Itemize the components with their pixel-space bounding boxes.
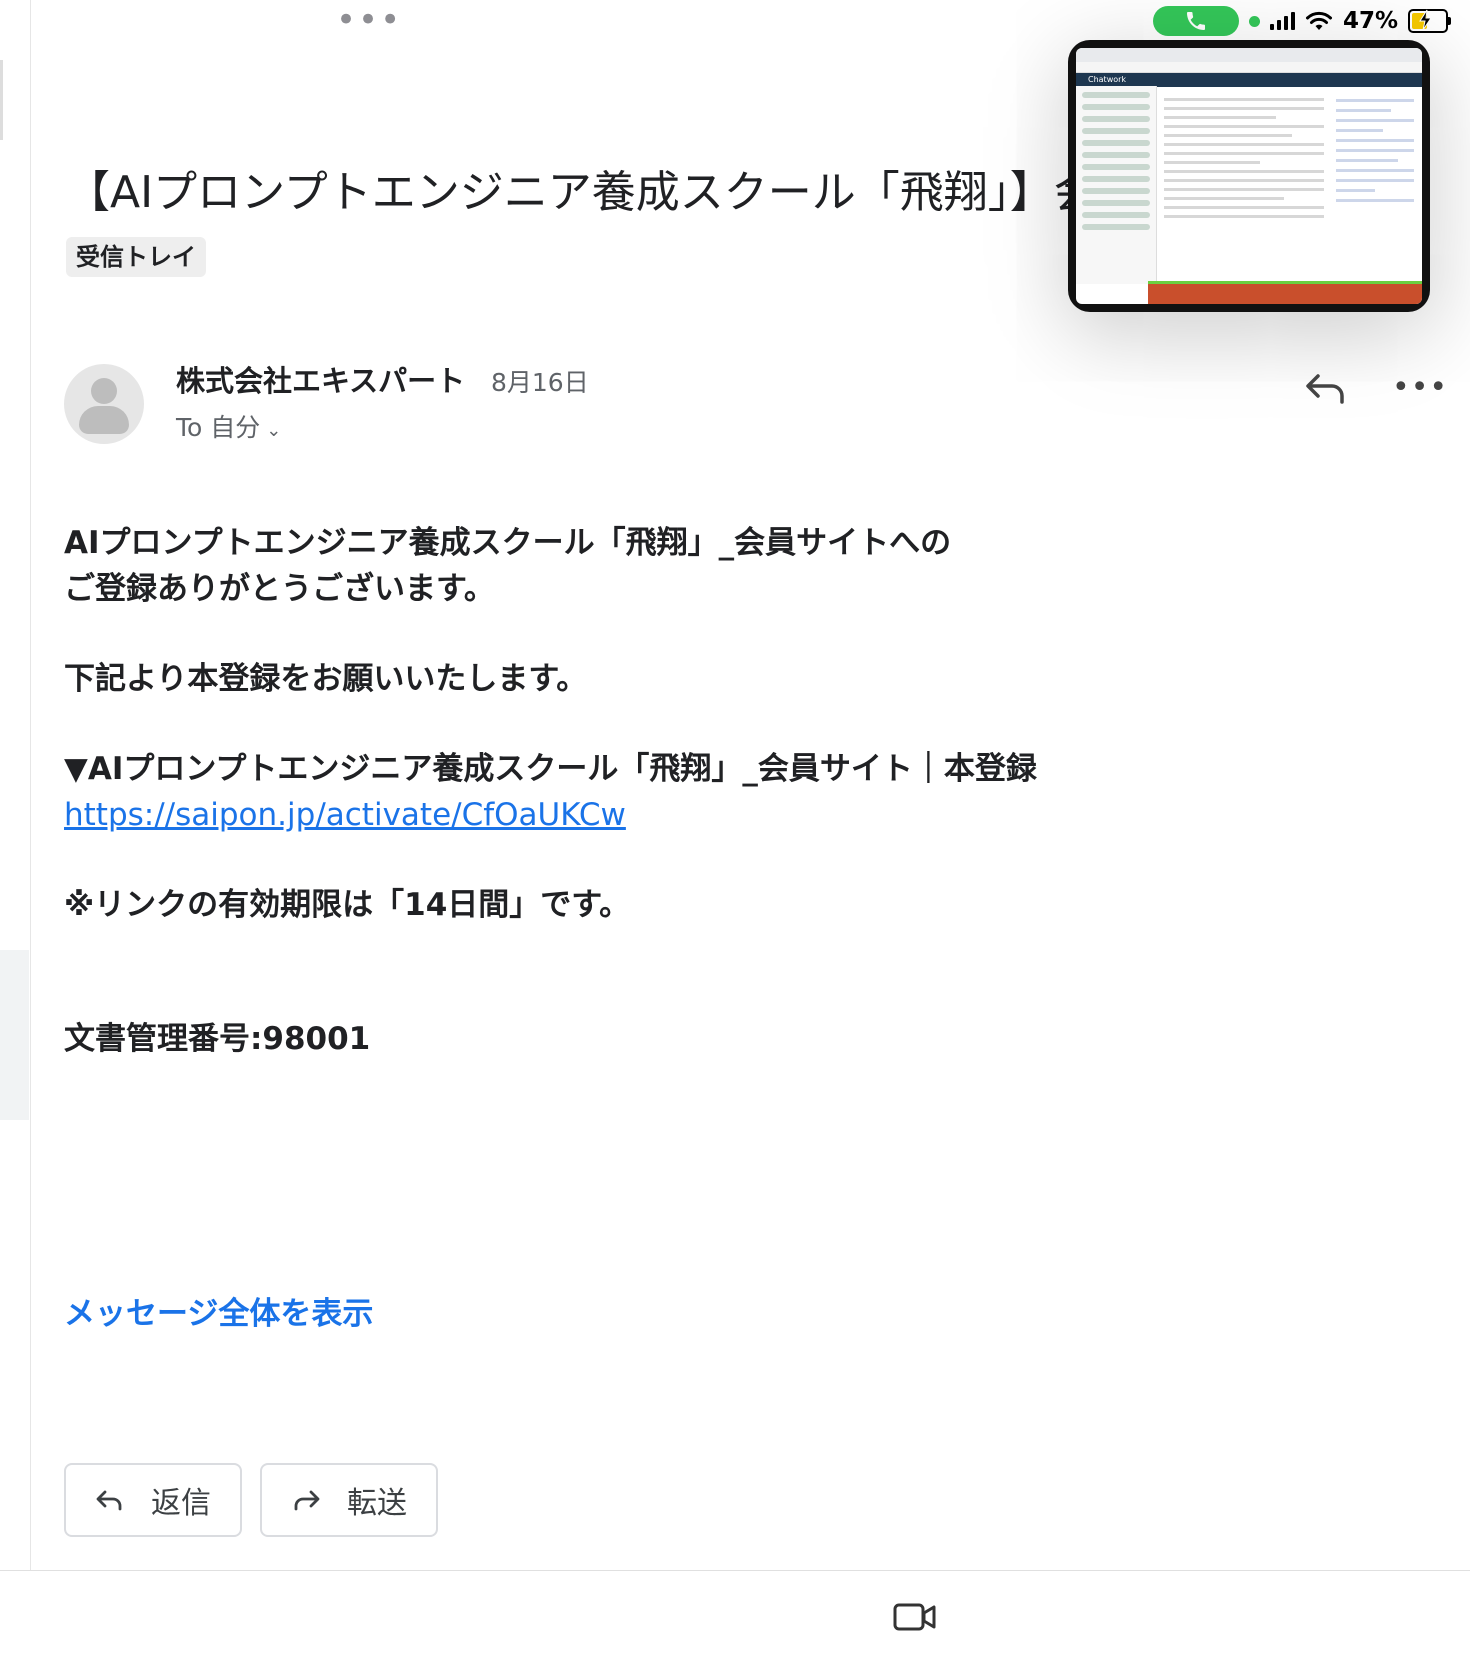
status-bar: 47% — [1152, 6, 1451, 36]
forward-button[interactable]: 転送 — [260, 1463, 438, 1537]
show-full-message-link[interactable]: メッセージ全体を表示 — [64, 1288, 373, 1333]
mic-in-use-indicator — [1248, 15, 1260, 27]
forward-arrow-icon — [294, 1490, 320, 1511]
pip-app-header: Chatwork — [1076, 73, 1422, 87]
charging-bolt-icon — [1419, 9, 1432, 31]
rail-indicator — [0, 60, 3, 140]
pip-browser-tabs — [1076, 48, 1422, 62]
chevron-down-icon: ⌄ — [266, 420, 282, 441]
pip-taskbar — [1148, 281, 1422, 304]
left-rail — [0, 0, 31, 1570]
recipient-text: To 自分 — [176, 413, 261, 442]
sender-name[interactable]: 株式会社エキスパート — [176, 358, 465, 400]
battery-charging-icon — [1408, 9, 1451, 33]
reply-arrow-icon — [96, 1490, 122, 1511]
more-horizontal-icon[interactable]: ••• — [1392, 373, 1448, 403]
rail-tab[interactable] — [0, 950, 29, 1120]
pip-sidebar — [1076, 86, 1157, 284]
recipient-toggle[interactable]: To 自分 ⌄ — [176, 408, 281, 444]
inbox-label-chip[interactable]: 受信トレイ — [66, 237, 206, 277]
sender-avatar[interactable] — [64, 364, 144, 444]
battery-percent: 47% — [1342, 8, 1398, 34]
forward-label: 転送 — [347, 1486, 407, 1521]
reply-button[interactable]: 返信 — [64, 1463, 242, 1537]
activation-link[interactable]: https://saipon.jp/activate/CfOaUKCw — [64, 797, 626, 833]
pip-message-area — [1164, 92, 1324, 224]
reply-label: 返信 — [151, 1486, 211, 1521]
email-body: AIプロンプトエンジニア養成スクール「飛翔」_会員サイトへの ご登録ありがとうご… — [64, 520, 1224, 1062]
pip-url-bar — [1076, 62, 1422, 73]
body-line: ※リンクの有効期限は「14日間」です。 — [64, 887, 631, 923]
email-date: 8月16日 — [491, 368, 589, 397]
active-call-pill[interactable] — [1152, 6, 1239, 36]
pip-right-panel — [1336, 92, 1414, 209]
header-reply-button[interactable] — [1304, 370, 1348, 406]
multitask-ellipsis-icon[interactable]: ••• — [336, 3, 402, 37]
picture-in-picture-window[interactable]: Chatwork — [1068, 40, 1430, 312]
body-line: AIプロンプトエンジニア養成スクール「飛翔」_会員サイトへの — [64, 525, 952, 561]
wifi-icon — [1305, 11, 1332, 30]
cellular-signal-icon — [1269, 12, 1295, 30]
video-camera-icon[interactable] — [893, 1600, 937, 1638]
body-line: 下記より本登録をお願いいたします。 — [64, 661, 588, 697]
body-line: ▼AIプロンプトエンジニア養成スクール「飛翔」_会員サイト｜本登録 — [64, 751, 1037, 787]
bottom-toolbar — [0, 1570, 1470, 1669]
reply-arrow-icon — [1306, 374, 1344, 404]
phone-icon — [1186, 12, 1205, 30]
pip-screen: Chatwork — [1076, 48, 1422, 304]
body-line: ご登録ありがとうございます。 — [64, 571, 495, 607]
document-number: 文書管理番号:98001 — [64, 1021, 371, 1057]
